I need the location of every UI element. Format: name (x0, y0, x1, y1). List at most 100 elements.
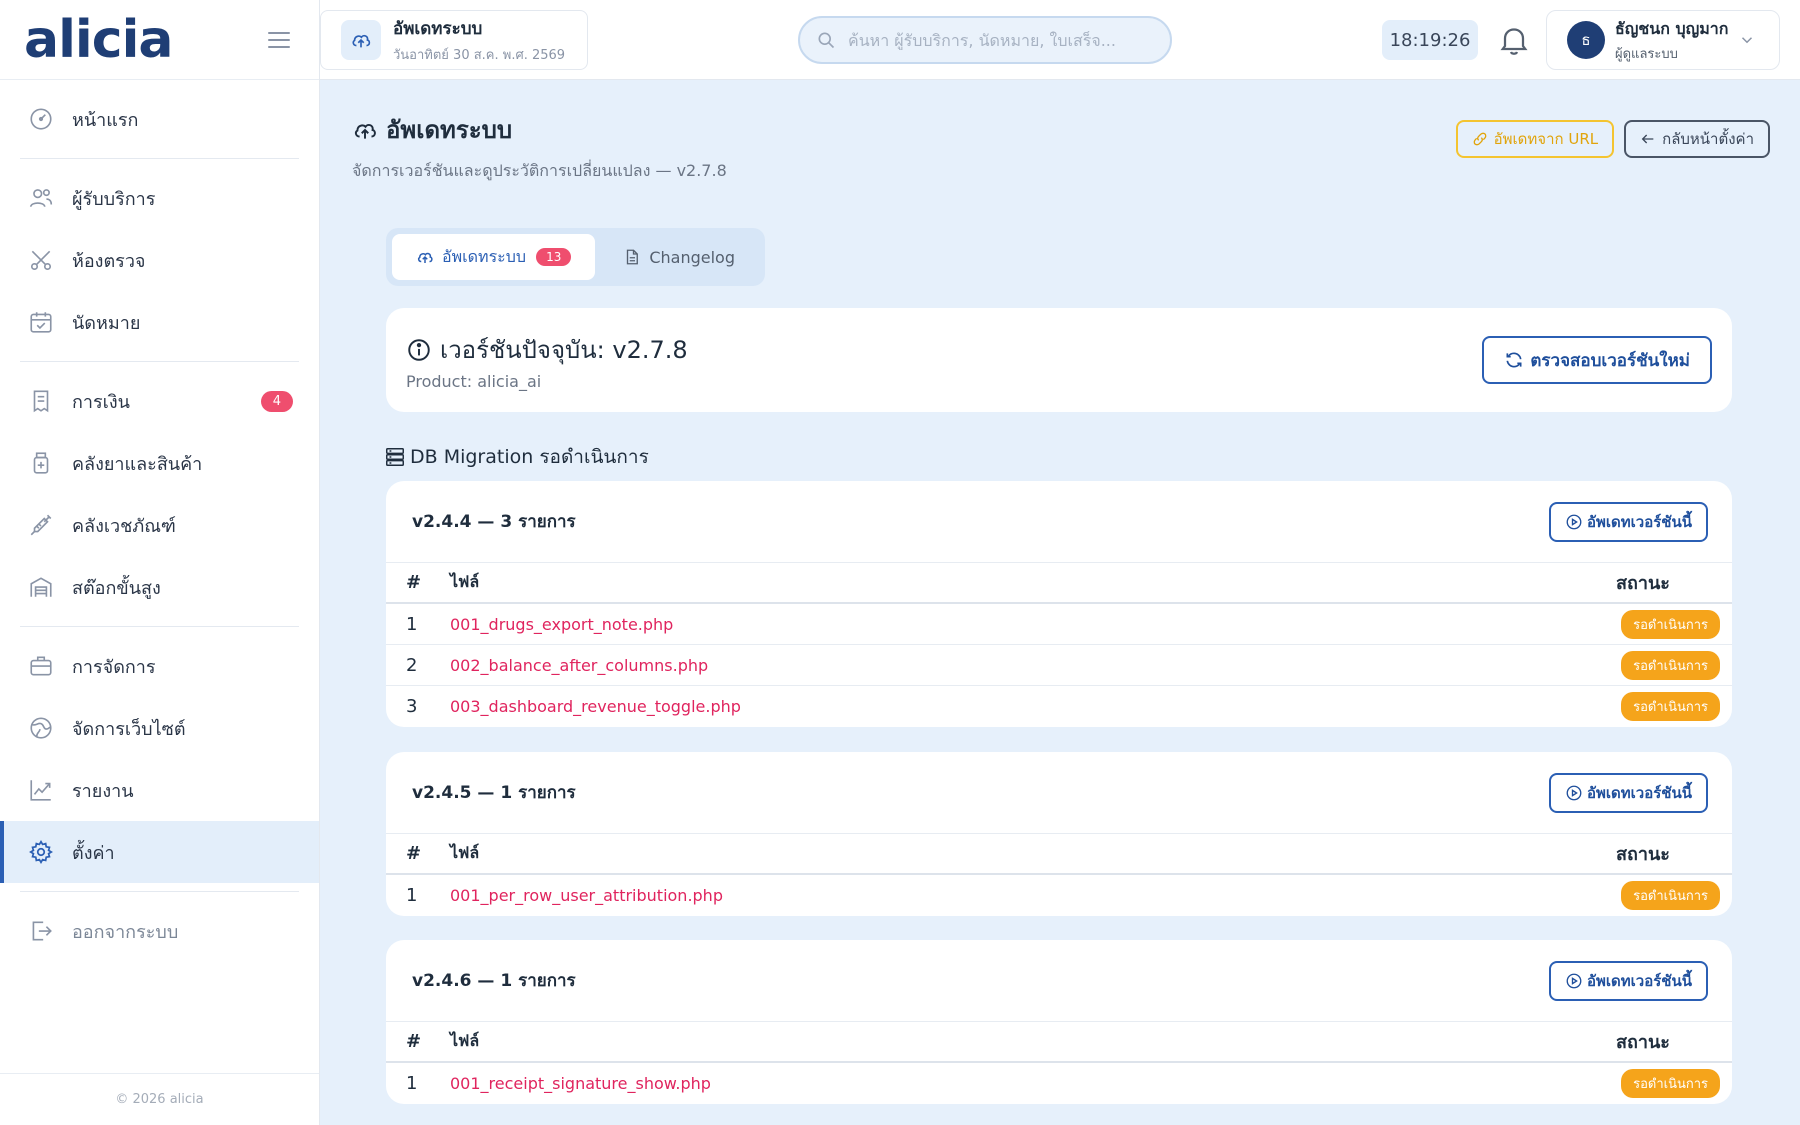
update-from-url-button[interactable]: อัพเดทจาก URL (1455, 120, 1615, 158)
user-menu[interactable]: ธ ธัญชนก บุญมาก ผู้ดูแลระบบ (1546, 10, 1780, 70)
sidebar-item-clients[interactable]: ผู้รับบริการ (0, 167, 319, 229)
migration-group-title: v2.4.4 — 3 รายการ (412, 512, 576, 532)
update-this-version-button[interactable]: อัพเดทเวอร์ชันนี้ (1549, 960, 1708, 1001)
tab-system-update[interactable]: อัพเดทระบบ 13 (392, 234, 596, 280)
sidebar-item-label: คลังยาและสินค้า (72, 453, 203, 475)
sidebar-item-advanced-stock[interactable]: สต๊อกขั้นสูง (0, 556, 319, 618)
migration-file-link[interactable]: 003_dashboard_revenue_toggle.php (450, 697, 741, 716)
row-status-cell: รอดำเนินการ (1616, 1069, 1720, 1098)
current-version-title-row: เวอร์ชันปัจจุบัน: v2.7.8 (406, 330, 688, 369)
sidebar-item-settings[interactable]: ตั้งค่า (0, 821, 319, 883)
back-to-settings-button[interactable]: กลับหน้าตั้งค่า (1624, 120, 1770, 158)
sidebar: alicia หน้าแรก ผู้รับบริการ ห้องตรวจ นัด… (0, 0, 320, 1125)
sidebar-item-supplies[interactable]: คลังเวชภัณฑ์ (0, 494, 319, 556)
column-header-file: ไฟล์ (450, 1031, 480, 1050)
page-actions: อัพเดทจาก URL กลับหน้าตั้งค่า (1455, 120, 1770, 158)
bell-icon[interactable] (1496, 22, 1532, 58)
page-header: อัพเดทระบบ จัดการเวอร์ชันและดูประวัติการ… (352, 110, 727, 184)
database-icon (384, 446, 406, 468)
row-status-cell: รอดำเนินการ (1616, 692, 1720, 721)
cloud-upload-icon (416, 248, 434, 266)
cloud-upload-icon (341, 20, 381, 60)
globe-icon (28, 715, 54, 741)
column-header-status: สถานะ (1616, 1032, 1670, 1053)
current-page-card: อัพเดทระบบ วันอาทิตย์ 30 ส.ค. พ.ศ. 2569 (320, 10, 588, 70)
row-file-cell: 001_receipt_signature_show.php (450, 1074, 1616, 1093)
row-num: 2 (406, 654, 418, 676)
update-this-version-button[interactable]: อัพเดทเวอร์ชันนี้ (1549, 501, 1708, 542)
current-version-title: เวอร์ชันปัจจุบัน: v2.7.8 (440, 336, 688, 364)
status-badge: รอดำเนินการ (1621, 692, 1720, 721)
logo-row: alicia (0, 0, 319, 80)
sidebar-item-finance[interactable]: การเงิน 4 (0, 370, 319, 432)
migration-group-header: v2.4.6 — 1 รายการ อัพเดทเวอร์ชันนี้ (386, 940, 1732, 1022)
sidebar-item-label: รายงาน (72, 780, 134, 802)
sidebar-item-appointments[interactable]: นัดหมาย (0, 291, 319, 353)
status-badge: รอดำเนินการ (1621, 650, 1720, 680)
chart-icon (28, 777, 54, 803)
clock: 18:19:26 (1382, 20, 1478, 60)
migration-section-title: DB Migration รอดำเนินการ (410, 446, 649, 468)
nav-divider (20, 158, 299, 159)
sidebar-item-medicine-stock[interactable]: คลังยาและสินค้า (0, 432, 319, 494)
gear-icon (28, 839, 54, 865)
user-name: ธัญชนก บุญมาก (1615, 18, 1729, 38)
sidebar-item-label: การเงิน (72, 391, 130, 413)
table-row: 2 002_balance_after_columns.php รอดำเนิน… (386, 645, 1732, 686)
migration-group-header: v2.4.5 — 1 รายการ อัพเดทเวอร์ชันนี้ (386, 752, 1732, 834)
table-row: 1 001_drugs_export_note.php รอดำเนินการ (386, 604, 1732, 645)
sidebar-item-label: ตั้งค่า (72, 842, 115, 864)
sidebar-item-label: การจัดการ (72, 656, 156, 678)
app-logo[interactable]: alicia (24, 14, 173, 66)
sidebar-item-label: นัดหมาย (72, 312, 141, 334)
update-this-version-button[interactable]: อัพเดทเวอร์ชันนี้ (1549, 772, 1708, 813)
sidebar-item-reports[interactable]: รายงาน (0, 759, 319, 821)
current-version-card: เวอร์ชันปัจจุบัน: v2.7.8 Product: alicia… (386, 308, 1732, 412)
main-content: อัพเดทระบบ จัดการเวอร์ชันและดูประวัติการ… (320, 80, 1800, 1125)
user-info: ธัญชนก บุญมาก ผู้ดูแลระบบ (1615, 17, 1728, 64)
play-circle-icon (1565, 784, 1583, 802)
tab-changelog[interactable]: Changelog (599, 234, 759, 280)
tab-label: Changelog (649, 247, 735, 267)
current-page-title: อัพเดทระบบ (393, 19, 483, 39)
menu-toggle-icon[interactable] (267, 31, 291, 49)
topbar: อัพเดทระบบ วันอาทิตย์ 30 ส.ค. พ.ศ. 2569 … (320, 0, 1800, 80)
page-subtitle: จัดการเวอร์ชันและดูประวัติการเปลี่ยนแปลง… (352, 161, 727, 180)
finance-badge: 4 (260, 390, 293, 412)
sidebar-item-label: จัดการเว็บไซต์ (72, 718, 186, 740)
migration-file-link[interactable]: 001_receipt_signature_show.php (450, 1074, 711, 1093)
sidebar-item-logout[interactable]: ออกจากระบบ (0, 900, 319, 962)
column-header-num: # (406, 843, 422, 864)
sidebar-item-website[interactable]: จัดการเว็บไซต์ (0, 697, 319, 759)
migration-file-link[interactable]: 001_per_row_user_attribution.php (450, 886, 723, 905)
current-date: วันอาทิตย์ 30 ส.ค. พ.ศ. 2569 (393, 48, 566, 63)
back-to-settings-label: กลับหน้าตั้งค่า (1662, 130, 1754, 148)
sidebar-item-exam-room[interactable]: ห้องตรวจ (0, 229, 319, 291)
nav-divider (20, 626, 299, 627)
briefcase-icon (28, 653, 54, 679)
cloud-upload-icon (352, 117, 378, 143)
column-header-num: # (406, 572, 422, 593)
row-num: 1 (406, 885, 418, 906)
check-new-version-button[interactable]: ตรวจสอบเวอร์ชันใหม่ (1482, 336, 1712, 384)
sidebar-item-home[interactable]: หน้าแรก (0, 88, 319, 150)
tab-label: อัพเดทระบบ (442, 246, 527, 266)
row-num: 1 (406, 613, 418, 635)
product-name: Product: alicia_ai (406, 372, 542, 391)
table-row: 1 001_receipt_signature_show.php รอดำเนิ… (386, 1063, 1732, 1104)
migration-group-title: v2.4.5 — 1 รายการ (412, 783, 576, 803)
sidebar-item-label: คลังเวชภัณฑ์ (72, 515, 176, 537)
row-status-cell: รอดำเนินการ (1616, 650, 1720, 680)
tab-bar: อัพเดทระบบ 13 Changelog (386, 228, 765, 286)
row-file-cell: 001_drugs_export_note.php (450, 615, 1616, 634)
row-file-cell: 001_per_row_user_attribution.php (450, 886, 1616, 905)
sidebar-item-management[interactable]: การจัดการ (0, 635, 319, 697)
migration-file-link[interactable]: 002_balance_after_columns.php (450, 656, 708, 675)
search-box[interactable] (798, 16, 1172, 64)
column-header-status: สถานะ (1616, 573, 1670, 594)
search-input[interactable] (848, 30, 1148, 50)
status-badge: รอดำเนินการ (1621, 881, 1720, 910)
migration-file-link[interactable]: 001_drugs_export_note.php (450, 615, 673, 634)
medicine-icon (28, 450, 54, 476)
info-icon (406, 337, 432, 363)
